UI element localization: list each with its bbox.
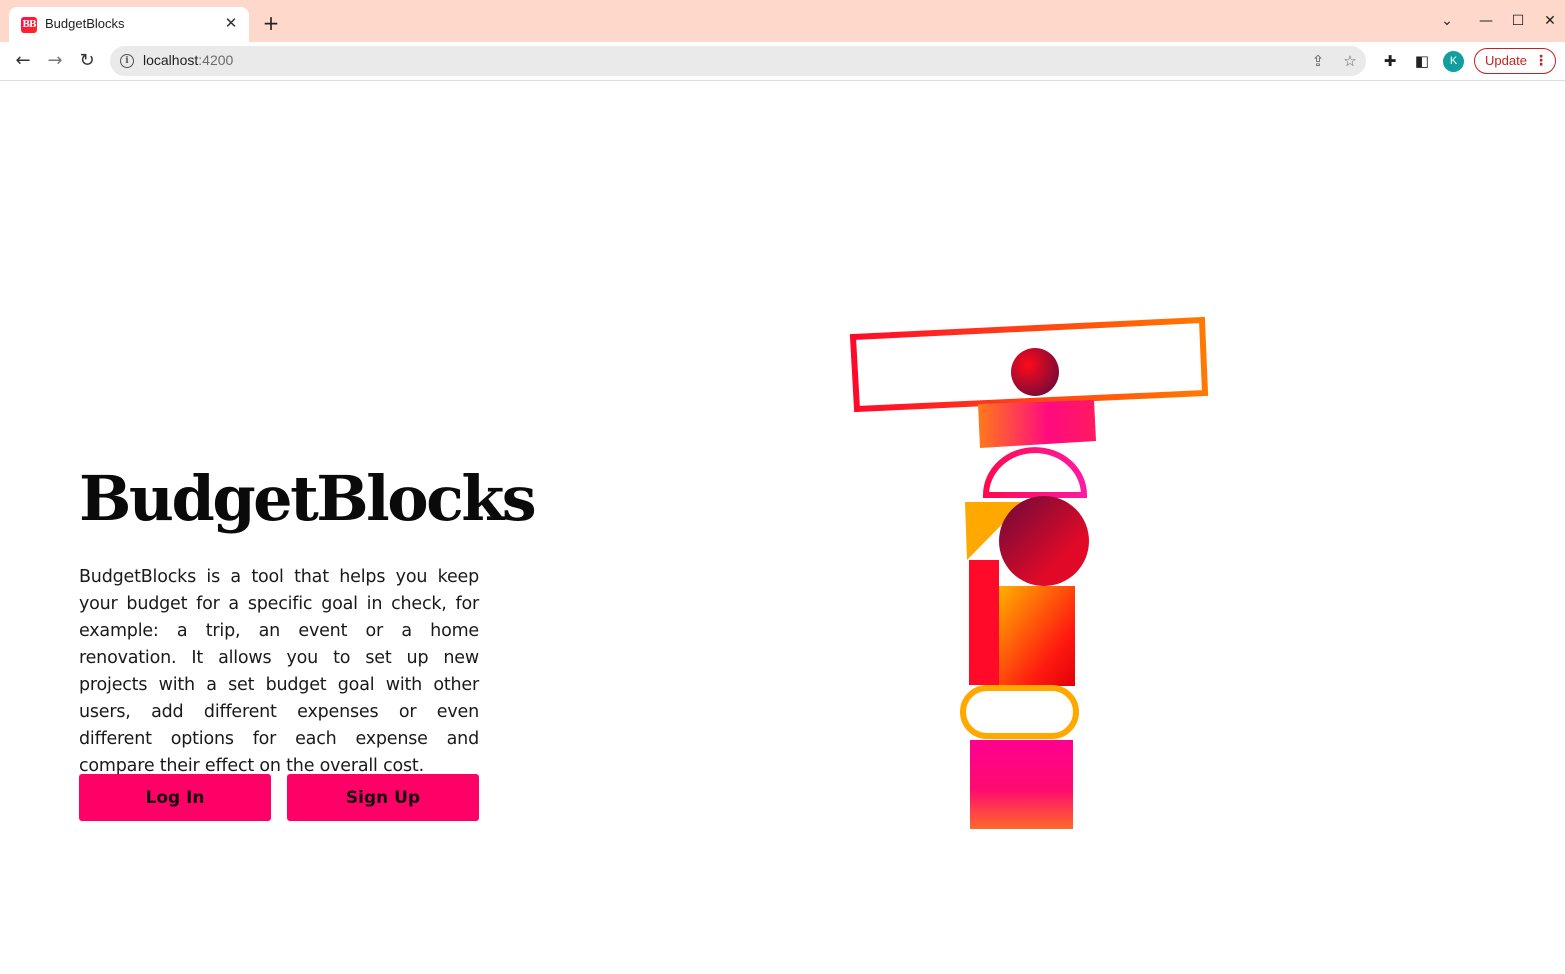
tab-close-icon[interactable]: ✕: [222, 14, 240, 32]
trapezoid-block-shape: [978, 400, 1096, 448]
browser-toolbar: ← → ↻ i localhost:4200 ⇪ ☆ ✚ ◧ K Update …: [0, 42, 1565, 81]
forward-icon[interactable]: →: [44, 50, 66, 72]
address-bar[interactable]: i localhost:4200 ⇪ ☆: [110, 46, 1366, 76]
tall-bar-shape: [969, 560, 999, 685]
profile-avatar[interactable]: K: [1443, 51, 1464, 72]
large-ball-shape: [999, 496, 1089, 586]
browser-tab-bar: BB BudgetBlocks ✕ + ⌄ — ☐ ✕: [0, 0, 1565, 42]
update-label: Update: [1485, 53, 1527, 68]
minimize-icon[interactable]: —: [1477, 12, 1495, 30]
extensions-puzzle-icon[interactable]: ✚: [1379, 50, 1401, 72]
tab-title: BudgetBlocks: [45, 16, 125, 31]
back-icon[interactable]: ←: [12, 50, 34, 72]
arch-shape: [982, 447, 1088, 498]
share-icon[interactable]: ⇪: [1308, 51, 1328, 71]
block-tower-illustration: [849, 316, 1209, 829]
new-tab-icon[interactable]: +: [261, 13, 281, 33]
pill-outline-shape: [960, 685, 1079, 739]
reload-icon[interactable]: ↻: [76, 50, 98, 72]
address-url[interactable]: localhost:4200: [143, 52, 233, 68]
more-menu-icon[interactable]: ⋮: [1534, 52, 1548, 70]
maximize-icon[interactable]: ☐: [1509, 12, 1527, 30]
site-info-icon[interactable]: i: [120, 54, 134, 68]
bottom-block-shape: [970, 740, 1073, 829]
gradient-square-shape: [999, 586, 1075, 686]
bookmark-star-icon[interactable]: ☆: [1340, 51, 1360, 71]
favicon-icon: BB: [21, 17, 37, 33]
window-close-icon[interactable]: ✕: [1541, 12, 1559, 30]
update-button[interactable]: Update ⋮: [1474, 48, 1556, 74]
page-description: BudgetBlocks is a tool that helps you ke…: [79, 567, 479, 776]
small-ball-shape: [1011, 348, 1059, 396]
browser-tab[interactable]: BB BudgetBlocks ✕: [9, 7, 249, 42]
signup-button[interactable]: Sign Up: [287, 774, 479, 821]
login-button[interactable]: Log In: [79, 774, 271, 821]
tab-search-chevron-icon[interactable]: ⌄: [1438, 12, 1456, 30]
side-panel-icon[interactable]: ◧: [1411, 50, 1433, 72]
page-title: BudgetBlocks: [79, 462, 537, 535]
